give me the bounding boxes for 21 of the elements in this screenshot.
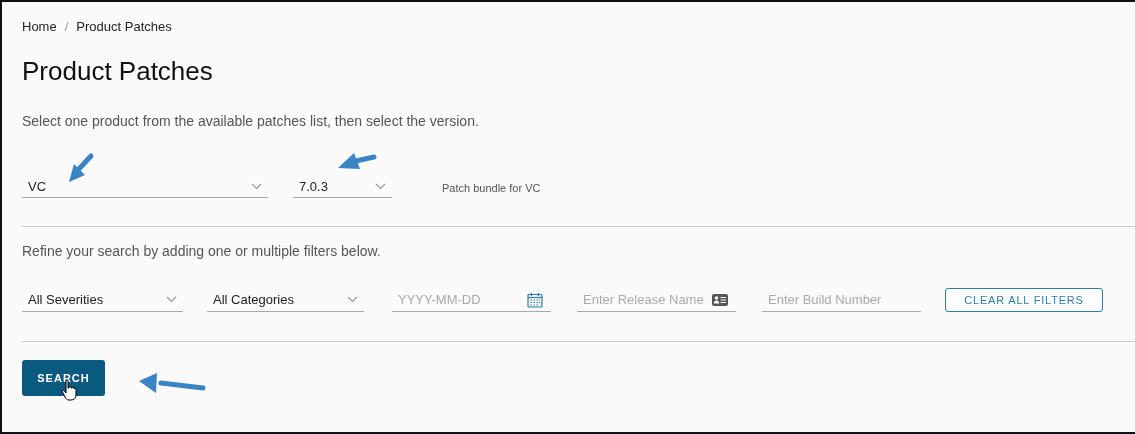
chevron-down-icon <box>166 296 177 303</box>
chevron-down-icon <box>347 296 358 303</box>
release-name-field[interactable]: Enter Release Name <box>577 288 736 312</box>
filter-instruction: Refine your search by adding one or multiple filters below. <box>22 243 382 259</box>
calendar-icon <box>527 292 543 308</box>
build-number-field[interactable]: Enter Build Number <box>762 288 921 312</box>
clear-filters-button[interactable]: CLEAR ALL FILTERS <box>945 288 1103 312</box>
chevron-down-icon <box>251 183 262 190</box>
instruction-text: Select one product from the available patches list, then select the version. <box>22 113 480 129</box>
id-card-icon <box>712 294 728 306</box>
breadcrumb-current: Product Patches <box>76 18 172 34</box>
filter-select[interactable]: All Categories <box>207 288 364 312</box>
chevron-down-icon <box>375 183 386 190</box>
page-title: Product Patches <box>22 56 214 87</box>
filter-select[interactable]: All Severities <box>22 288 183 312</box>
selection-hint: Patch bundle for VC <box>442 182 541 194</box>
date-field[interactable]: YYYY-MM-DD <box>392 288 551 312</box>
breadcrumb-link[interactable]: Home <box>22 18 57 34</box>
search-button[interactable]: SEARCH <box>22 360 105 396</box>
breadcrumb-separator: / <box>64 18 69 34</box>
version-select[interactable]: 7.0.3 <box>293 176 392 198</box>
